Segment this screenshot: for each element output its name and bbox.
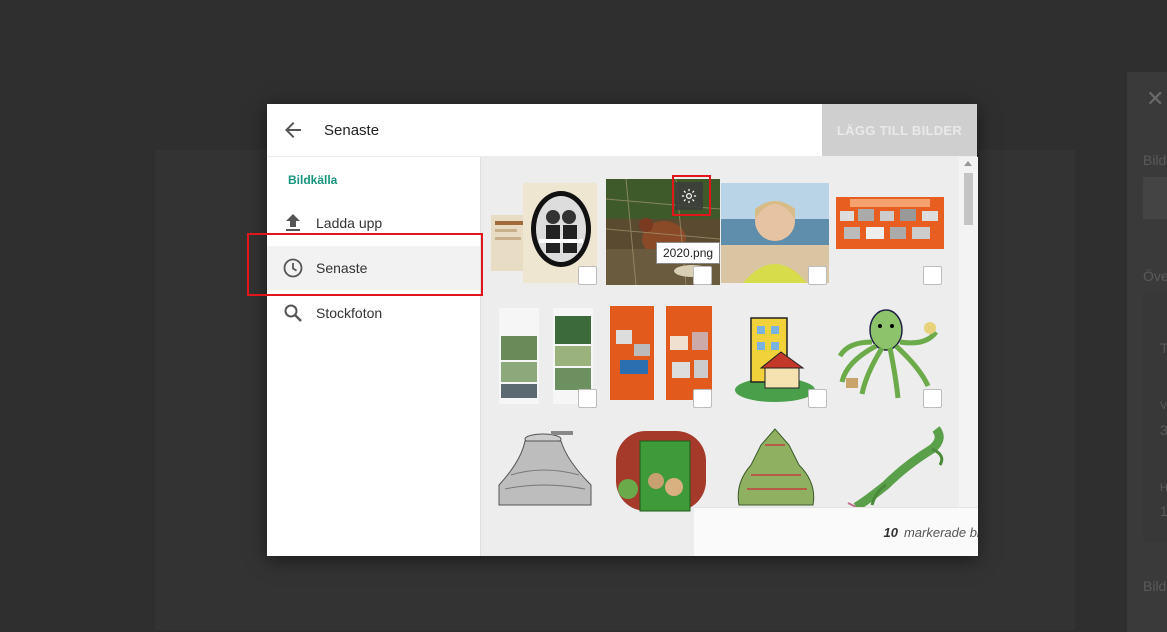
- selected-count: 10: [883, 525, 898, 540]
- background-label: T: [1160, 340, 1167, 356]
- background-block: [1143, 177, 1167, 219]
- back-button[interactable]: [281, 118, 305, 142]
- image-select-checkbox[interactable]: [923, 266, 942, 285]
- selection-footer: 10 markerade bilder: [694, 507, 978, 556]
- source-sidebar: Bildkälla Ladda upp Senaste Stockfoton: [267, 157, 480, 556]
- image-select-checkbox[interactable]: [693, 389, 712, 408]
- highlight-box: [247, 233, 483, 296]
- image-select-checkbox[interactable]: [578, 389, 597, 408]
- background-label: Bild: [1143, 578, 1167, 594]
- source-title: Bildkälla: [288, 173, 338, 187]
- gallery-scrollbar[interactable]: [959, 157, 978, 507]
- close-icon: ✕: [1146, 86, 1165, 111]
- image-picker-dialog: Senaste LÄGG TILL BILDER Bildkälla Ladda…: [247, 104, 978, 556]
- background-label: Bild: [1143, 152, 1167, 168]
- selected-label: markerade bilder: [903, 525, 978, 540]
- search-icon: [284, 304, 302, 322]
- image-select-checkbox[interactable]: [578, 266, 597, 285]
- highlight-box: [672, 175, 711, 216]
- background-label: V: [1160, 400, 1167, 412]
- image-select-checkbox[interactable]: [923, 389, 942, 408]
- image-select-checkbox[interactable]: [808, 266, 827, 285]
- vase-sketch-image: [498, 431, 592, 506]
- arrow-back-icon: [285, 122, 301, 138]
- sidebar-item-label: Ladda upp: [316, 215, 383, 231]
- image-gallery: 2020.png 10 markerade bilder: [480, 157, 978, 556]
- dialog-header: Senaste LÄGG TILL BILDER: [267, 104, 977, 157]
- background-label: 3: [1160, 422, 1167, 438]
- image-select-checkbox[interactable]: [808, 389, 827, 408]
- background-label: Öve: [1143, 268, 1167, 284]
- filename-tooltip: 2020.png: [656, 242, 721, 264]
- image-thumbnail[interactable]: [491, 425, 605, 539]
- background-label: 1: [1160, 503, 1167, 519]
- add-images-button[interactable]: LÄGG TILL BILDER: [822, 104, 977, 156]
- sidebar-item-stock[interactable]: Stockfoton: [267, 291, 480, 335]
- upload-icon: [286, 214, 300, 231]
- sidebar-item-label: Stockfoton: [316, 305, 383, 321]
- scroll-thumb[interactable]: [964, 173, 973, 225]
- page-title: Senaste: [324, 122, 380, 139]
- scroll-up-arrow-icon[interactable]: [964, 161, 972, 166]
- image-select-checkbox[interactable]: [693, 266, 712, 285]
- background-label: H: [1160, 482, 1167, 494]
